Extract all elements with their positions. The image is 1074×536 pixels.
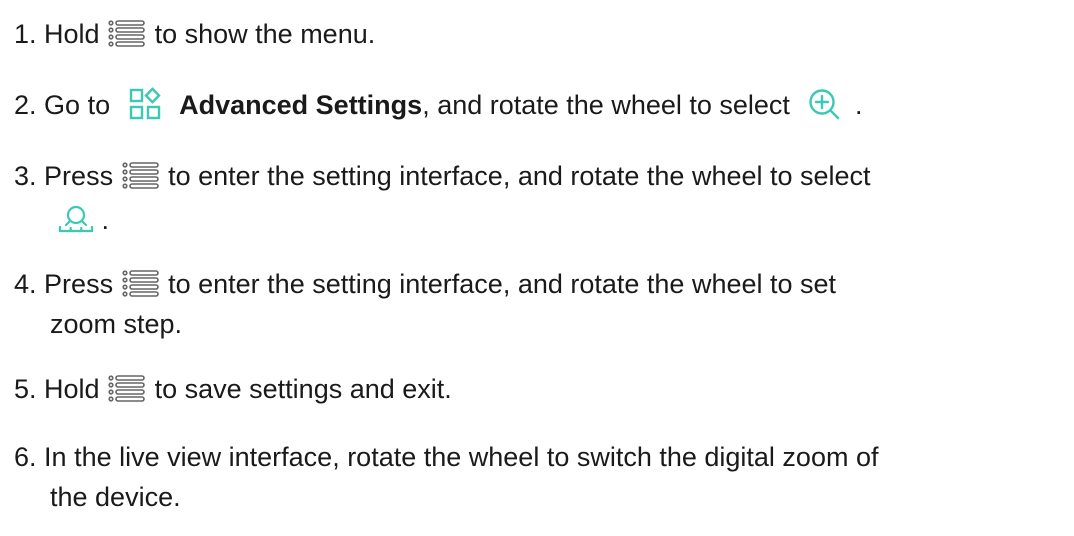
step-4: 4. Press to enter the setting interface,…	[14, 264, 836, 344]
step-text: Go to	[44, 90, 111, 120]
step-text: to enter the setting interface, and rota…	[168, 269, 837, 299]
step-text: Press	[44, 161, 114, 191]
step-number: 5.	[14, 374, 37, 404]
step-text: .	[854, 90, 863, 120]
step-number: 1.	[14, 19, 37, 49]
step-number: 4.	[14, 269, 37, 299]
step-text: In the live view interface, rotate the w…	[44, 442, 879, 472]
step-number: 6.	[14, 442, 37, 472]
step-2: 2. Go to Advanced Settings, and rotate t…	[14, 85, 862, 125]
step-text: to show the menu.	[154, 19, 376, 49]
step-number: 2.	[14, 90, 37, 120]
step-text: Hold	[44, 374, 100, 404]
menu-name: Advanced Settings	[179, 90, 423, 120]
step-1: 1. Hold to show the menu.	[14, 14, 375, 54]
step-5: 5. Hold to save settings and exit.	[14, 369, 452, 409]
step-text: , and rotate the wheel to select	[422, 90, 790, 120]
instruction-list: 1. Hold to show the menu. 2. Go to Advan…	[0, 0, 1074, 536]
menu-list-icon	[121, 160, 161, 190]
step-text: Hold	[44, 19, 100, 49]
menu-list-icon	[107, 18, 147, 48]
step-text: zoom step.	[50, 309, 183, 339]
zoom-in-icon	[807, 87, 841, 121]
menu-list-icon	[121, 268, 161, 298]
step-3: 3. Press to enter the setting interface,…	[14, 156, 871, 240]
step-text: .	[101, 205, 110, 235]
step-number: 3.	[14, 161, 37, 191]
step-text: the device.	[50, 482, 181, 512]
step-text: Press	[44, 269, 114, 299]
zoom-step-icon	[58, 204, 94, 234]
step-text: to save settings and exit.	[154, 374, 452, 404]
advanced-settings-icon	[128, 86, 162, 121]
step-text: to enter the setting interface, and rota…	[168, 161, 871, 191]
step-6: 6. In the live view interface, rotate th…	[14, 437, 878, 517]
menu-list-icon	[107, 373, 147, 403]
